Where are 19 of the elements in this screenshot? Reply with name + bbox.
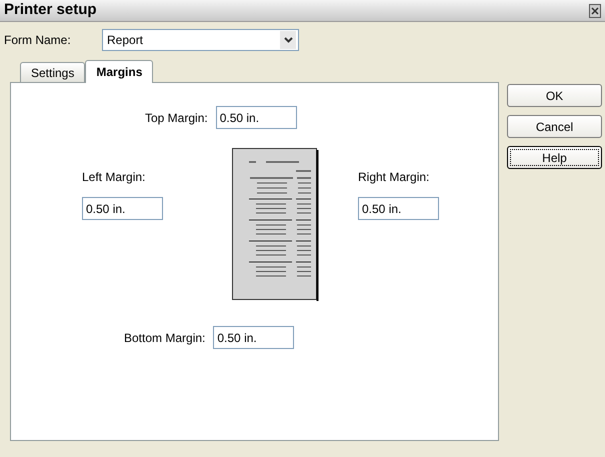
close-button[interactable] (589, 4, 601, 18)
dialog-button[interactable]: Cancel (507, 115, 602, 138)
close-icon (591, 6, 599, 14)
field-label: Bottom Margin: (124, 330, 206, 346)
margin-input-field[interactable]: 0.50 in. (358, 197, 439, 220)
margin-input-field[interactable]: 0.50 in. (82, 197, 163, 220)
margin-input-field[interactable]: 0.50 in. (216, 106, 297, 129)
tab[interactable]: Margins (85, 60, 154, 83)
field-label: Left Margin: (82, 169, 146, 186)
field-label: Right Margin: (358, 169, 430, 186)
field-label: Top Margin: (145, 110, 208, 126)
dialog-button[interactable]: OK (507, 84, 602, 107)
dialog-button[interactable]: Help (507, 146, 602, 169)
form-name-label: Form Name: (4, 32, 72, 49)
form-name-dropdown[interactable]: Report (102, 29, 299, 51)
window-title: Printer setup (4, 0, 97, 20)
tab[interactable]: Settings (20, 62, 86, 82)
margin-input-field[interactable]: 0.50 in. (213, 326, 294, 349)
chevron-down-icon (284, 37, 292, 43)
